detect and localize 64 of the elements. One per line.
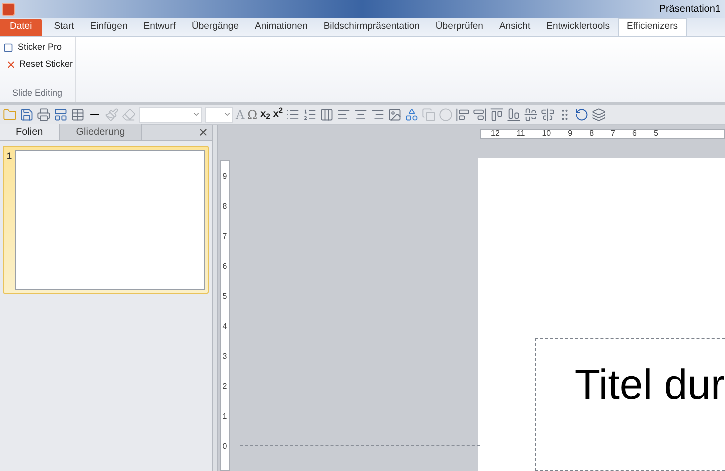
ruler-number: 11 xyxy=(516,130,526,138)
align-middle-icon[interactable] xyxy=(524,108,538,122)
align-left-icon[interactable] xyxy=(337,108,352,122)
ruler-number: 8 xyxy=(590,130,594,138)
dropdown-icon xyxy=(223,110,232,119)
align-bottom-icon[interactable] xyxy=(507,108,522,122)
symbol-button[interactable]: Ω xyxy=(248,106,258,124)
group-label: Slide Editing xyxy=(11,86,64,100)
ribbon-tab[interactable]: Entwicklertools xyxy=(538,18,618,36)
ribbon-tab[interactable]: Entwurf xyxy=(136,18,184,36)
ruler-number: 2 xyxy=(222,381,228,393)
ruler-number: 6 xyxy=(222,261,228,273)
slide-number: 1 xyxy=(7,150,12,163)
ruler-number: 6 xyxy=(632,130,637,138)
ruler-number: 9 xyxy=(568,130,573,138)
ribbon-tab[interactable]: Start xyxy=(46,18,82,36)
align-center-icon[interactable] xyxy=(354,108,368,122)
align-right-icon[interactable] xyxy=(371,108,386,122)
shapes-icon[interactable] xyxy=(405,108,420,122)
align-top-icon[interactable] xyxy=(490,108,504,122)
layers-icon[interactable] xyxy=(592,108,606,122)
ribbon-tab[interactable]: Animationen xyxy=(247,18,316,36)
ruler-number: 9 xyxy=(222,171,228,183)
ruler-number: 8 xyxy=(222,201,228,213)
ribbon-tab[interactable]: Übergänge xyxy=(184,18,247,36)
slide-thumbnail-frame[interactable]: 1 xyxy=(3,146,209,294)
ruler-number: 4 xyxy=(222,321,228,333)
ribbon-tab[interactable]: Bildschirmpräsentation xyxy=(316,18,428,36)
close-icon[interactable] xyxy=(198,127,209,138)
ruler-number: 5 xyxy=(222,291,228,303)
table-icon[interactable] xyxy=(71,108,85,122)
ribbon-tab[interactable]: Ansicht xyxy=(491,18,539,36)
layout-icon[interactable] xyxy=(54,108,68,122)
file-tab[interactable]: Datei xyxy=(0,19,42,36)
save-icon[interactable] xyxy=(20,108,34,122)
ruler-number: 3 xyxy=(222,351,228,363)
title-placeholder[interactable]: Titel dur xyxy=(534,338,725,471)
app-logo-icon[interactable] xyxy=(2,2,15,16)
window-title: Präsentation1 xyxy=(659,2,722,16)
pane-tab[interactable]: Folien xyxy=(0,124,60,140)
ruler-number: 5 xyxy=(654,130,658,138)
superscript-button[interactable]: x$^{2}$ xyxy=(273,107,284,122)
ruler-number: 7 xyxy=(222,231,228,243)
align-right-icon[interactable] xyxy=(473,108,488,122)
pane-tab[interactable]: Gliederung xyxy=(60,124,142,140)
slide-canvas[interactable]: Titel dur xyxy=(478,158,725,471)
ribbon-tab[interactable]: Einfügen xyxy=(82,18,136,36)
ribbon-tab[interactable]: Überprüfen xyxy=(428,18,492,36)
sticker-button[interactable]: Sticker Pro xyxy=(2,39,73,56)
ribbon-tab[interactable]: Efficienizers xyxy=(618,18,688,36)
align-center-icon[interactable] xyxy=(541,108,556,122)
columns-icon[interactable] xyxy=(320,108,334,122)
dropdown-icon xyxy=(192,110,201,119)
print-icon[interactable] xyxy=(37,108,51,122)
rotate-icon[interactable] xyxy=(575,108,590,122)
reset-sticker-button[interactable]: Reset Sticker xyxy=(2,56,73,73)
image-icon[interactable] xyxy=(388,108,402,122)
align-left-icon[interactable] xyxy=(456,108,470,122)
ruler-number: 7 xyxy=(611,130,616,138)
subscript-button[interactable]: x$_{2}$ xyxy=(260,107,270,122)
ruler-number: 12 xyxy=(491,130,500,138)
ruler-number: 1 xyxy=(222,411,228,423)
ruler-number: 10 xyxy=(542,130,552,138)
ruler-number: 0 xyxy=(222,441,228,453)
